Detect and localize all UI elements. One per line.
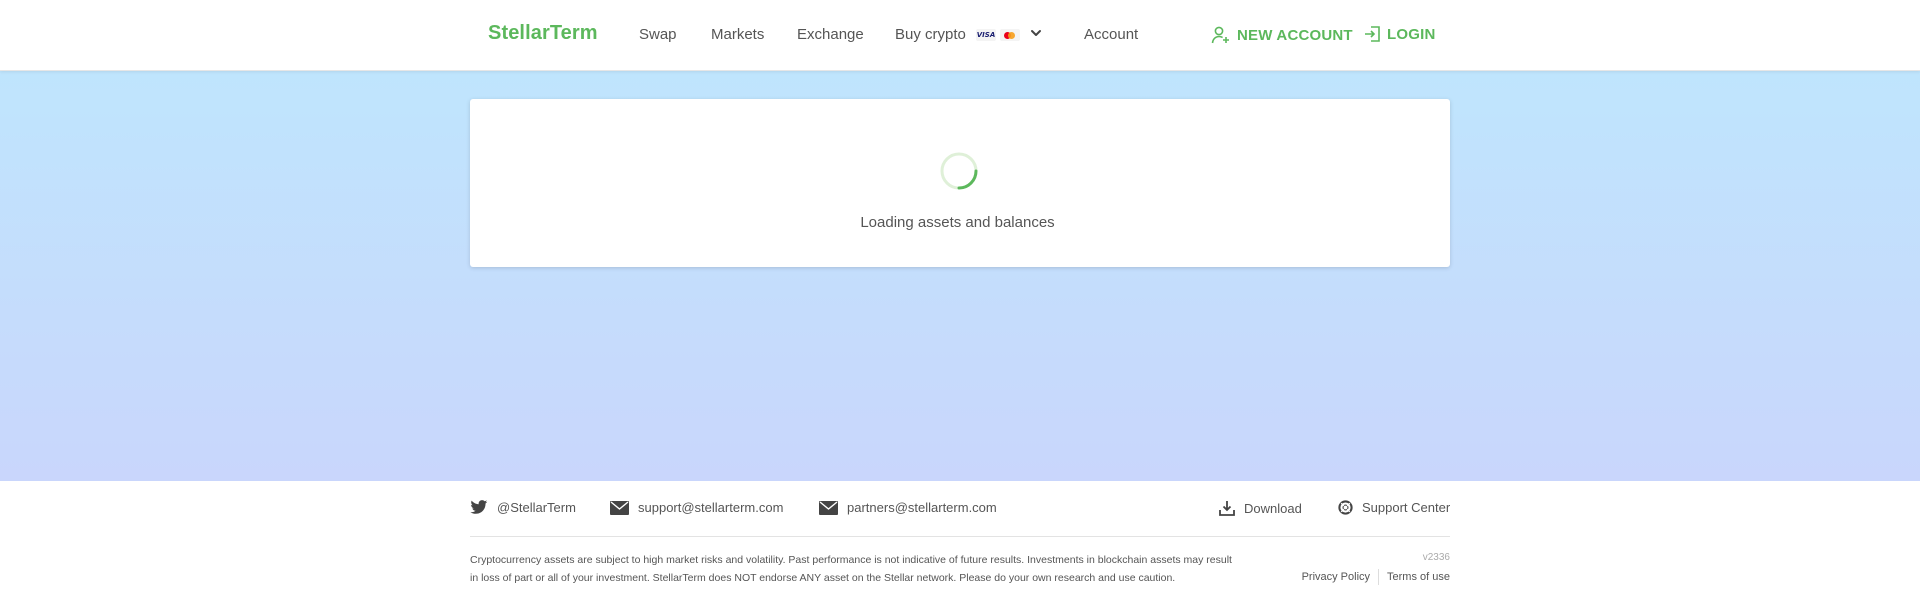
- version-label: v2336: [1422, 552, 1450, 563]
- support-center-label: Support Center: [1362, 500, 1451, 515]
- twitter-link[interactable]: @StellarTerm: [470, 500, 576, 515]
- nav-markets[interactable]: Markets: [711, 26, 764, 43]
- lifebuoy-icon: [1338, 500, 1353, 515]
- partners-email-link[interactable]: partners@stellarterm.com: [819, 500, 997, 515]
- download-label: Download: [1244, 500, 1302, 516]
- mail-icon: [610, 500, 629, 515]
- chevron-down-icon[interactable]: [1030, 27, 1042, 39]
- visa-icon: VISA: [976, 29, 996, 41]
- footer: @StellarTerm support@stellarterm.com par…: [0, 481, 1920, 597]
- mail-icon: [819, 500, 838, 515]
- mastercard-icon: [1000, 29, 1020, 41]
- download-link[interactable]: Download: [1219, 500, 1302, 516]
- login-button[interactable]: LOGIN: [1363, 25, 1436, 43]
- support-email-link[interactable]: support@stellarterm.com: [610, 500, 783, 515]
- logo[interactable]: StellarTerm: [488, 22, 598, 45]
- nav-exchange[interactable]: Exchange: [797, 26, 864, 43]
- nav-account[interactable]: Account: [1084, 26, 1138, 43]
- login-icon: [1365, 26, 1380, 42]
- nav-swap[interactable]: Swap: [639, 26, 677, 43]
- loading-spinner-icon: [940, 152, 978, 190]
- card-brands: VISA: [976, 29, 1020, 41]
- partners-email: partners@stellarterm.com: [847, 500, 997, 515]
- loading-card: Loading assets and balances: [470, 99, 1450, 267]
- support-center-link[interactable]: Support Center: [1338, 500, 1450, 515]
- footer-divider: [470, 536, 1450, 537]
- nav-buy-crypto[interactable]: Buy crypto: [895, 26, 966, 43]
- twitter-icon: [470, 500, 488, 514]
- legal-separator: [1378, 569, 1380, 585]
- twitter-handle: @StellarTerm: [497, 500, 576, 515]
- login-label: LOGIN: [1387, 25, 1436, 43]
- main-content: Loading assets and balances: [0, 71, 1920, 481]
- disclaimer-text: Cryptocurrency assets are subject to hig…: [470, 554, 1232, 584]
- loading-text: Loading assets and balances: [860, 214, 1055, 231]
- top-header: StellarTerm Swap Markets Exchange Buy cr…: [0, 0, 1920, 71]
- add-user-icon: [1211, 26, 1229, 44]
- download-icon: [1219, 501, 1235, 516]
- support-email: support@stellarterm.com: [638, 500, 784, 515]
- new-account-button[interactable]: NEW ACCOUNT: [1211, 25, 1353, 45]
- privacy-policy-link[interactable]: Privacy Policy: [1302, 571, 1370, 583]
- terms-of-use-link[interactable]: Terms of use: [1387, 571, 1450, 583]
- new-account-label: NEW ACCOUNT: [1237, 26, 1353, 44]
- legal-links: Privacy Policy Terms of use: [1302, 569, 1450, 585]
